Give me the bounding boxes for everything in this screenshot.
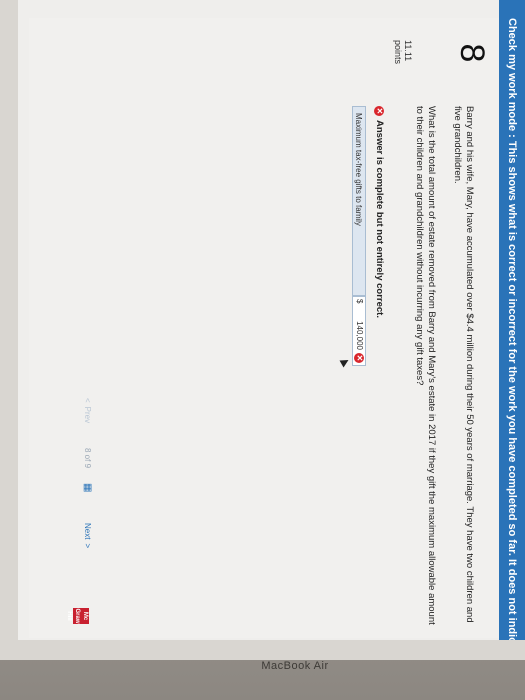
- grid-icon[interactable]: ▦: [83, 483, 94, 492]
- check-my-work-banner: Check my work mode : This shows what is …: [499, 0, 525, 640]
- next-label: Next: [83, 523, 93, 540]
- question-points: 11.11 points: [393, 40, 413, 64]
- screen: Check my work mode : This shows what is …: [18, 0, 525, 640]
- question-paragraph-2: What is the total amount of estate remov…: [414, 106, 437, 625]
- mcgraw-hill-logo: Mc Graw Hill: [66, 608, 89, 624]
- answer-value[interactable]: 140,000: [352, 318, 366, 350]
- prev-label: Prev: [83, 406, 93, 424]
- question-number: 8: [453, 43, 491, 63]
- logo-text: Mc Graw Hill: [66, 608, 88, 624]
- answer-status-text: Answer is complete but not entirely corr…: [374, 120, 385, 318]
- answer-currency: $: [355, 299, 364, 304]
- answer-status: ✕ Answer is complete but not entirely co…: [374, 106, 385, 318]
- browser-viewport: Check my work mode : This shows what is …: [18, 0, 525, 640]
- chevron-left-icon: <: [83, 398, 93, 403]
- points-label: points: [393, 40, 403, 65]
- points-value: 11.11: [403, 40, 413, 62]
- prev-button[interactable]: < Prev: [84, 398, 93, 423]
- question-panel: 8 11.11 points Barry and his wife, Mary,…: [29, 18, 499, 638]
- mouse-cursor-icon: [339, 356, 351, 368]
- question-text: Barry and his wife, Mary, have accumulat…: [399, 106, 475, 626]
- device-brand-label: MacBook Air: [261, 660, 329, 672]
- question-navigation: < Prev 8 of 9 ▦ Next >: [77, 18, 99, 638]
- answer-table-row: Maximum tax-free gifts to family $ 140,0…: [351, 106, 367, 366]
- answer-row-label: Maximum tax-free gifts to family: [352, 106, 366, 296]
- incorrect-x-icon: ✕: [374, 106, 385, 116]
- question-paragraph-1: Barry and his wife, Mary, have accumulat…: [452, 106, 475, 623]
- chevron-right-icon: >: [83, 543, 93, 549]
- page-indicator: 8 of 9: [83, 448, 93, 469]
- answer-input-cell[interactable]: $ 140,000 ✕: [352, 296, 366, 366]
- next-button[interactable]: Next >: [84, 523, 93, 548]
- incorrect-x-icon: ✕: [354, 353, 364, 363]
- screen-bezel: Check my work mode : This shows what is …: [0, 0, 525, 660]
